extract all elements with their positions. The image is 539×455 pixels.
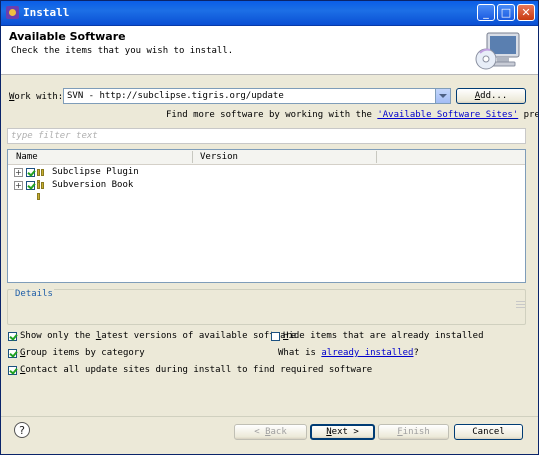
finish-button[interactable]: Finish <box>378 424 449 440</box>
close-button[interactable]: ✕ <box>517 4 535 21</box>
hide-installed-label: Hide items that are already installed <box>283 331 484 341</box>
computer-cd-icon <box>475 32 520 70</box>
expand-icon[interactable]: + <box>14 168 23 177</box>
details-label: Details <box>14 289 54 299</box>
details-scroll-handle[interactable] <box>516 301 525 311</box>
eclipse-app-icon <box>6 6 19 19</box>
chevron-down-icon[interactable] <box>435 89 450 103</box>
what-is-installed-text: What is already installed? <box>278 348 419 358</box>
feature-group-icon <box>37 181 48 200</box>
details-group: Details <box>7 289 526 325</box>
column-header-name[interactable]: Name <box>16 152 38 162</box>
window-title: Install <box>23 6 70 19</box>
contact-sites-checkbox[interactable] <box>8 366 17 375</box>
feature-group-icon <box>37 168 48 187</box>
minimize-button[interactable]: _ <box>477 4 495 21</box>
work-with-value: SVN - http://subclipse.tigris.org/update <box>67 91 284 101</box>
find-more-text: Find more software by working with the '… <box>166 110 539 120</box>
expand-icon[interactable]: + <box>14 181 23 190</box>
footer-divider <box>1 416 538 417</box>
contact-sites-label: Contact all update sites during install … <box>20 365 373 375</box>
group-by-category-label: Group items by category <box>20 348 145 358</box>
group-by-category-checkbox[interactable] <box>8 349 17 358</box>
show-latest-checkbox[interactable] <box>8 332 17 341</box>
column-header-version[interactable]: Version <box>200 152 238 162</box>
tree-row[interactable]: + Subclipse Plugin <box>8 166 525 187</box>
show-latest-label: Show only the latest versions of availab… <box>20 331 297 341</box>
work-with-label: Work with: <box>9 92 64 102</box>
install-dialog: Install _ □ ✕ Available Software Check t… <box>0 0 539 455</box>
title-bar[interactable]: Install _ □ ✕ <box>1 1 538 26</box>
cancel-button[interactable]: Cancel <box>454 424 523 440</box>
header-banner: Available Software Check the items that … <box>1 26 538 75</box>
add-site-button[interactable]: Add... <box>456 88 526 104</box>
column-separator[interactable] <box>376 151 377 163</box>
filter-placeholder: type filter text <box>11 131 98 141</box>
column-separator[interactable] <box>192 151 193 163</box>
tree-row[interactable]: + Subversion Book <box>8 179 525 200</box>
filter-input[interactable]: type filter text <box>7 128 526 144</box>
tree-header: Name Version <box>8 150 525 165</box>
help-icon[interactable]: ? <box>14 422 30 438</box>
software-tree[interactable]: Name Version + Subclipse Plugin + Subver… <box>7 149 526 283</box>
available-software-sites-link[interactable]: 'Available Software Sites' <box>377 110 518 120</box>
already-installed-link[interactable]: already installed <box>321 348 413 358</box>
page-description: Check the items that you wish to install… <box>11 46 234 56</box>
maximize-button[interactable]: □ <box>497 4 515 21</box>
page-title: Available Software <box>9 30 126 43</box>
row-name: Subversion Book <box>52 180 134 190</box>
row-name: Subclipse Plugin <box>52 167 139 177</box>
row-checkbox[interactable] <box>26 168 35 177</box>
row-checkbox[interactable] <box>26 181 35 190</box>
work-with-combo[interactable]: SVN - http://subclipse.tigris.org/update <box>63 88 451 104</box>
hide-installed-checkbox[interactable] <box>271 332 280 341</box>
back-button[interactable]: < Back <box>234 424 307 440</box>
next-button[interactable]: Next > <box>310 424 375 440</box>
